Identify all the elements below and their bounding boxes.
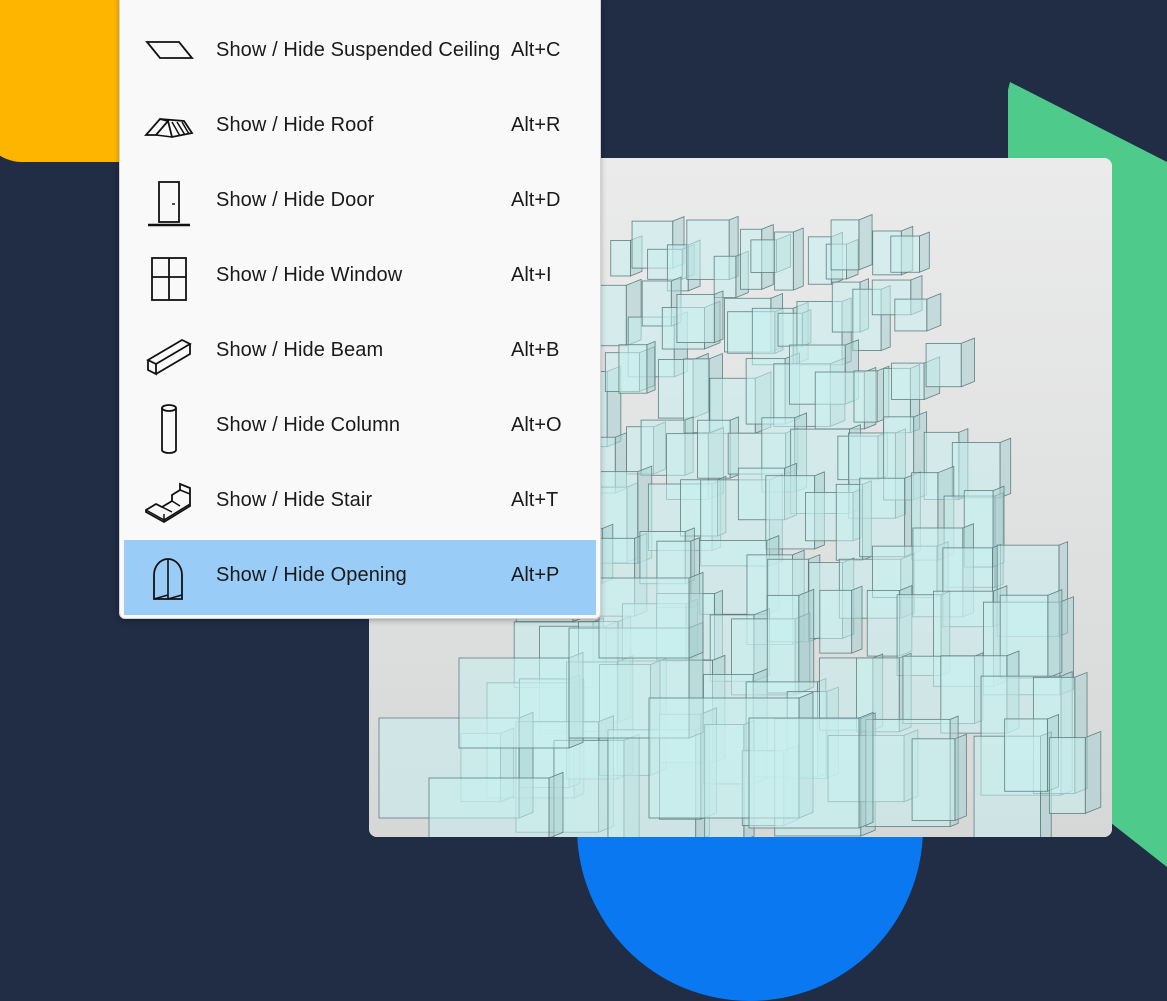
stair-icon [142,481,196,527]
menu-item-door[interactable]: Show / Hide Door Alt+D [124,165,596,240]
menu-item-shortcut: Alt+T [511,489,559,511]
menu-item-window[interactable]: Show / Hide Window Alt+I [124,240,596,315]
menu-item-shortcut: Alt+R [511,114,561,136]
glass-panel [676,290,724,344]
glass-panel [911,733,967,822]
suspended-ceiling-icon [142,31,196,77]
menu-item-label: Show / Hide Roof [216,114,374,136]
glass-panel [894,292,942,332]
menu-item-stair[interactable]: Show / Hide Stair Alt+T [124,465,596,540]
glass-panel [458,651,584,749]
glass-panel [618,340,656,394]
window-icon [142,256,196,302]
glass-panel [925,337,975,388]
menu-item-roof[interactable]: Show / Hide Roof Alt+R [124,90,596,165]
glass-panel [859,471,921,558]
menu-item-label: Show / Hide Window [216,264,403,286]
menu-item-label: Show / Hide Suspended Ceiling [216,39,501,61]
door-icon [142,181,196,227]
menu-item-beam[interactable]: Show / Hide Beam Alt+B [124,315,596,390]
menu-item-shortcut: Alt+O [511,414,562,436]
menu-item-label: Show / Hide Opening [216,564,407,586]
menu-item-opening[interactable]: Show / Hide Opening Alt+P [124,540,596,615]
menu-item-shortcut: Alt+C [511,39,561,61]
opening-icon [142,556,196,602]
menu-item-label: Show / Hide Beam [216,339,384,361]
roof-icon [142,106,196,152]
menu-item-label: Show / Hide Door [216,189,375,211]
menu-item-suspended-ceiling[interactable]: Show / Hide Suspended Ceiling Alt+C [124,15,596,90]
menu-item-shortcut: Alt+B [511,339,560,361]
glass-panel [890,231,930,273]
beam-icon [142,331,196,377]
menu-item-shortcut: Alt+D [511,189,561,211]
glass-panel [830,214,873,271]
glass-panel [428,771,564,837]
menu-item-shortcut: Alt+I [511,264,552,286]
glass-panel [1048,730,1102,814]
menu-item-shortcut: Alt+P [511,564,560,586]
glass-panel [819,585,863,654]
glass-panel [598,571,704,659]
menu-item-label: Show / Hide Column [216,414,401,436]
glass-panel [748,711,874,829]
show-hide-context-menu: Show / Hide Suspended Ceiling Alt+C Show… [119,0,601,619]
glass-panel [766,588,815,694]
column-icon [142,404,196,454]
menu-item-column[interactable]: Show / Hide Column Alt+O [124,390,596,465]
glass-panel [774,227,804,291]
menu-item-label: Show / Hide Stair [216,489,373,511]
